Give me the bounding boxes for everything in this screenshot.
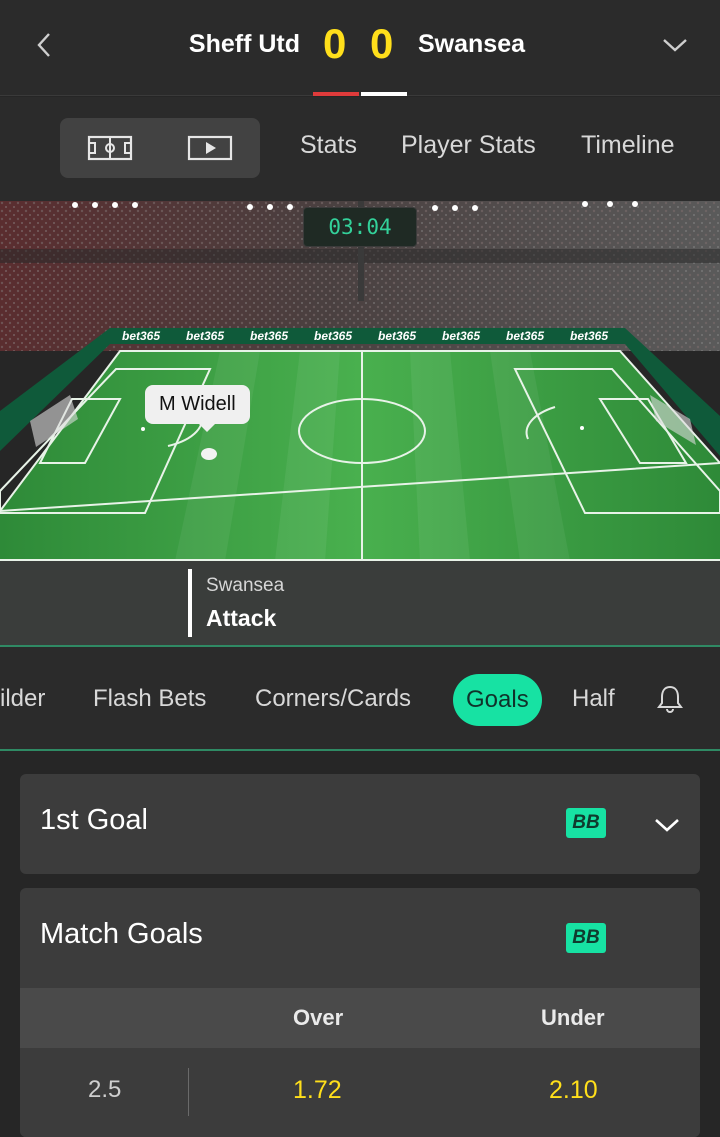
row-divider — [188, 1068, 189, 1116]
possession-state: Attack — [206, 605, 277, 631]
tab-flash-bets[interactable]: Flash Bets — [93, 685, 206, 713]
match-header: Sheff Utd 0 0 Swansea — [0, 0, 720, 96]
home-team-color-bar — [313, 92, 359, 96]
possession-indicator-bar — [188, 569, 192, 637]
tab-goals[interactable]: Goals — [453, 674, 542, 726]
tab-corners-cards[interactable]: Corners/Cards — [255, 685, 411, 713]
chevron-down-icon[interactable] — [660, 30, 690, 60]
odds-column-header: Over Under — [20, 988, 700, 1048]
market-tabs: ilder Flash Bets Corners/Cards Goals Hal… — [0, 647, 720, 751]
goal-line: 2.5 — [88, 1076, 122, 1103]
market-title: 1st Goal — [40, 804, 148, 836]
market-first-goal[interactable]: 1st Goal BB — [20, 774, 700, 874]
column-under: Under — [541, 1005, 605, 1030]
market-match-goals: Match Goals BB Over Under 2.5 1.72 2.10 — [20, 888, 700, 1137]
svg-text:bet365: bet365 — [314, 329, 352, 343]
video-play-icon[interactable] — [187, 133, 233, 163]
odds-row: 2.5 1.72 2.10 — [20, 1048, 700, 1137]
match-subnav: Stats Player Stats Timeline — [0, 97, 720, 201]
bet-builder-badge: BB — [566, 808, 606, 838]
market-title: Match Goals — [40, 918, 203, 950]
possession-team: Swansea — [206, 575, 285, 596]
away-score: 0 — [370, 20, 394, 67]
pitch-view-icon[interactable] — [87, 133, 133, 163]
svg-text:bet365: bet365 — [122, 329, 160, 343]
bet-builder-badge: BB — [566, 923, 606, 953]
tab-bet-builder[interactable]: ilder — [0, 685, 45, 713]
svg-text:bet365: bet365 — [570, 329, 608, 343]
svg-text:bet365: bet365 — [250, 329, 288, 343]
tab-player-stats[interactable]: Player Stats — [401, 131, 536, 160]
back-arrow-icon[interactable] — [30, 30, 60, 60]
away-team-name: Swansea — [418, 30, 526, 58]
view-toggle — [60, 118, 260, 178]
svg-text:bet365: bet365 — [186, 329, 224, 343]
column-over: Over — [293, 1005, 344, 1030]
chevron-down-icon[interactable] — [652, 810, 682, 840]
home-team-name: Sheff Utd — [188, 30, 300, 58]
odds-over[interactable]: 1.72 — [293, 1076, 342, 1105]
match-timer: 03:04 — [303, 207, 417, 247]
possession-banner: Swansea Attack — [0, 561, 720, 647]
player-tooltip: M Widell — [145, 385, 250, 432]
svg-text:bet365: bet365 — [442, 329, 480, 343]
stadium-pitch-graphic: bet365 bet365 bet365 bet365 bet365 bet365 be… — [0, 201, 720, 561]
svg-text:bet365: bet365 — [506, 329, 544, 343]
odds-under[interactable]: 2.10 — [549, 1076, 598, 1105]
away-team-color-bar — [361, 92, 407, 96]
match-visualisation: bet365 bet365 bet365 bet365 bet365 bet365 be… — [0, 201, 720, 647]
home-score: 0 — [323, 20, 347, 67]
tab-half[interactable]: Half — [572, 685, 615, 713]
tab-timeline[interactable]: Timeline — [581, 131, 675, 160]
svg-text:bet365: bet365 — [378, 329, 416, 343]
tab-stats[interactable]: Stats — [300, 131, 357, 160]
bell-icon[interactable] — [654, 683, 686, 715]
